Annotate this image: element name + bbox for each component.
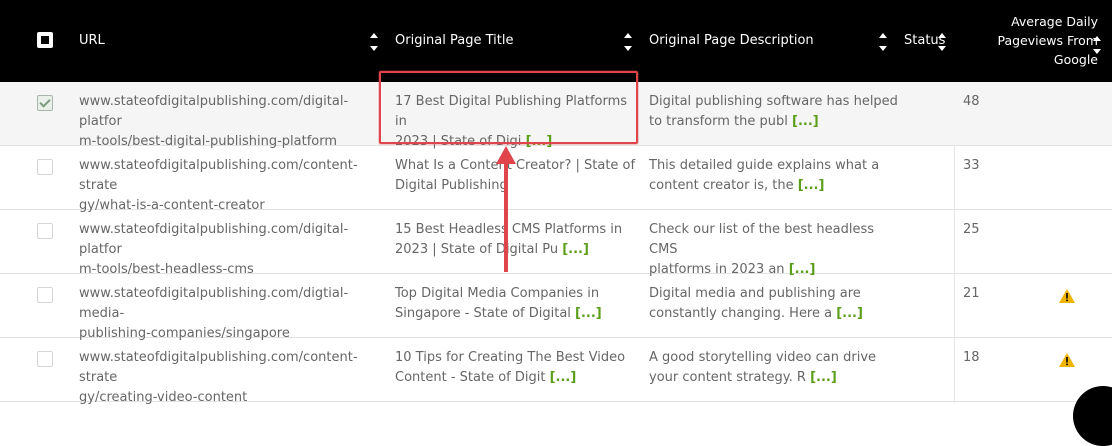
pointer-arrow <box>496 146 516 272</box>
